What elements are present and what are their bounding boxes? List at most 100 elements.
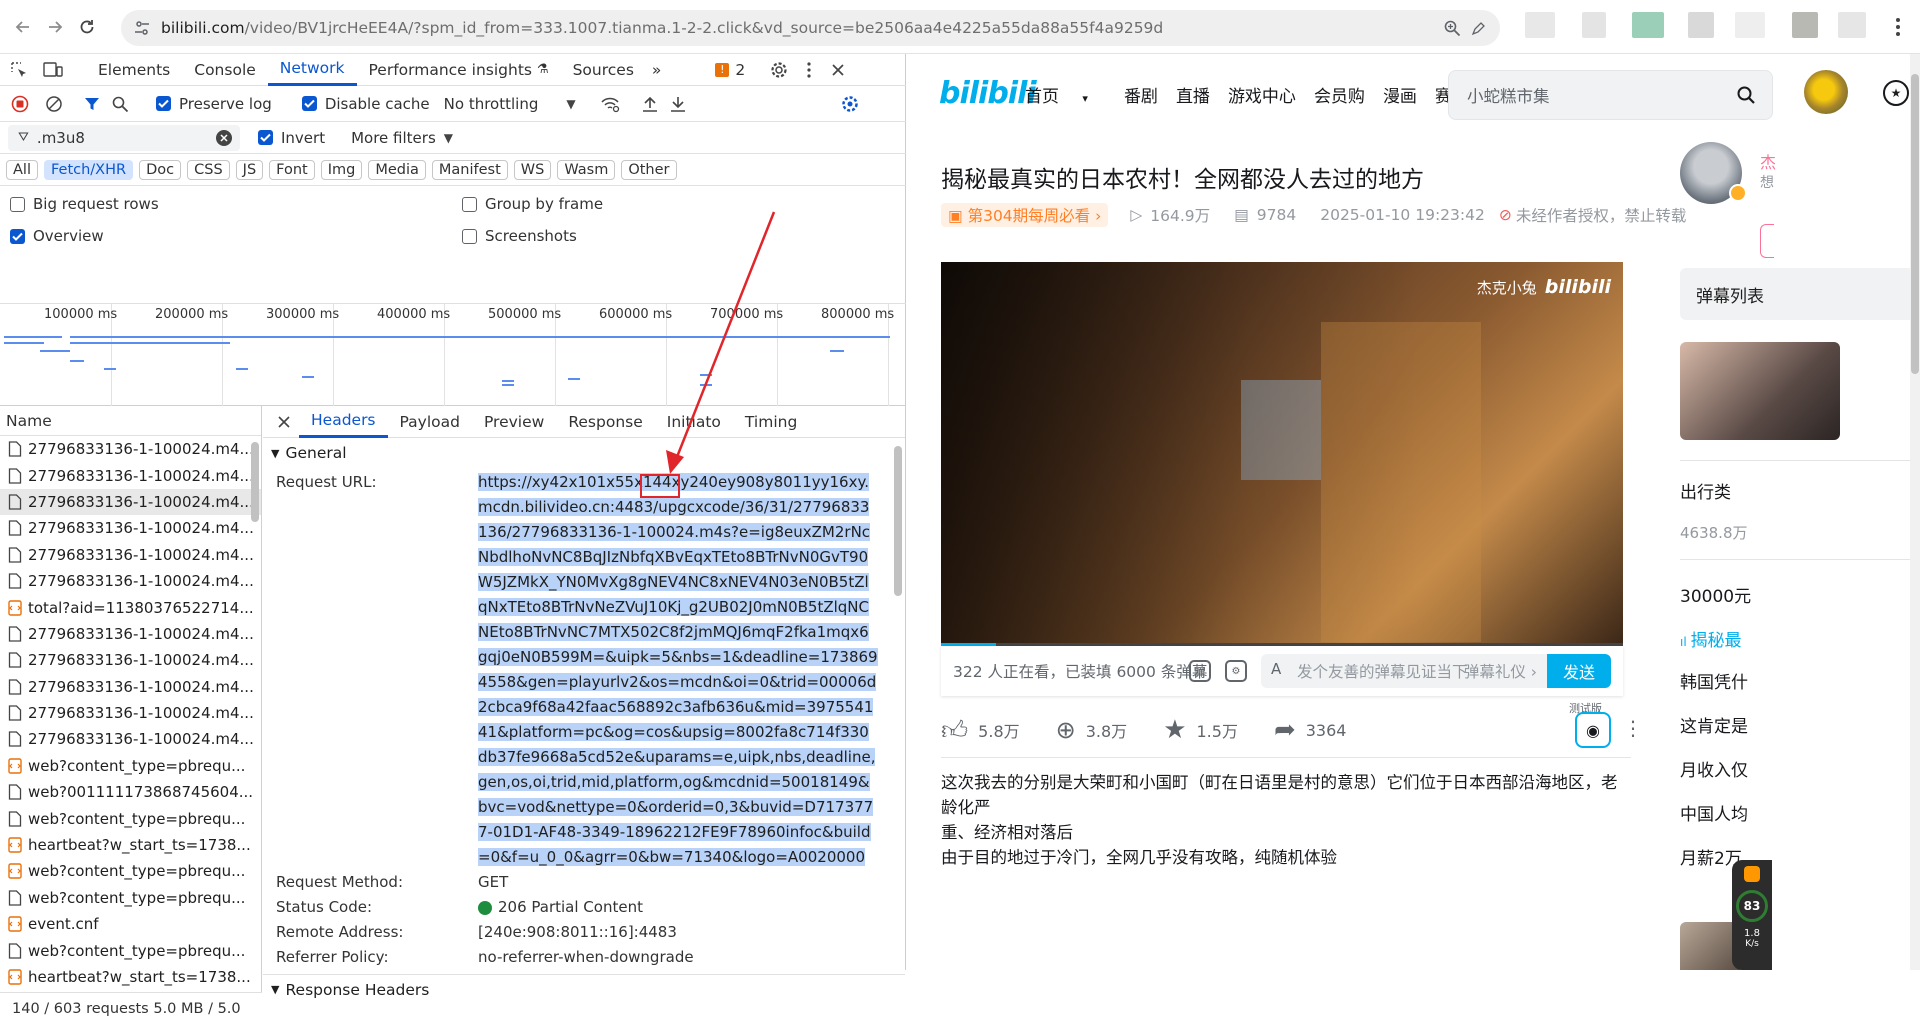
tab-initiator[interactable]: Initiato [655, 406, 733, 438]
group-by-frame-checkbox[interactable]: Group by frame [462, 195, 603, 213]
tab-sources[interactable]: Sources [561, 54, 646, 86]
request-row[interactable]: 27796833136-1-100024.m4... [0, 542, 261, 568]
type-doc[interactable]: Doc [139, 159, 182, 180]
favorite-button[interactable]: ★ 1.5万 [1163, 715, 1238, 745]
type-all[interactable]: All [6, 159, 38, 180]
inspect-element-icon[interactable] [0, 54, 38, 86]
request-row[interactable]: 27796833136-1-100024.m4... [0, 568, 261, 594]
settings-gear-icon[interactable] [767, 54, 791, 86]
request-row[interactable]: 27796833136-1-100024.m4... [0, 515, 261, 541]
rec-title[interactable]: 30000元 [1680, 582, 1760, 607]
response-headers-section-header[interactable]: ▼ Response Headers [263, 974, 905, 1004]
request-url-value[interactable]: https://xy42x101x55x144xy240ey908y8011yy… [478, 470, 878, 870]
request-row[interactable]: 27796833136-1-100024.m4... [0, 436, 261, 462]
invert-checkbox[interactable]: Invert [258, 129, 325, 147]
network-overview-timeline[interactable]: 100000 ms 200000 ms 300000 ms 400000 ms … [0, 304, 906, 406]
screenshots-checkbox[interactable]: Screenshots [462, 227, 577, 245]
request-row[interactable]: 27796833136-1-100024.m4... [0, 647, 261, 673]
export-har-icon[interactable] [664, 95, 692, 113]
rec-title[interactable]: 这肯定是 [1680, 712, 1760, 737]
bilibili-logo[interactable]: bilibili [939, 76, 1037, 111]
name-column-header[interactable]: Name [0, 406, 261, 436]
more-tabs-icon[interactable]: » [646, 54, 667, 86]
page-scrollbar[interactable] [1910, 54, 1920, 970]
edit-icon[interactable] [1470, 19, 1488, 37]
uploader-name[interactable]: 杰 [1760, 149, 1776, 173]
tab-response[interactable]: Response [556, 406, 654, 438]
search-icon[interactable] [106, 95, 134, 113]
type-css[interactable]: CSS [187, 159, 230, 180]
tab-headers[interactable]: Headers [299, 406, 388, 438]
like-button[interactable]: 👍︎ 5.8万 [941, 715, 1020, 746]
request-row[interactable]: 27796833136-1-100024.m4... [0, 462, 261, 488]
video-player[interactable]: 杰克小兔 bilibili [941, 262, 1623, 646]
overview-checkbox[interactable]: Overview [10, 227, 104, 245]
back-icon[interactable] [10, 14, 36, 40]
tab-payload[interactable]: Payload [388, 406, 472, 438]
type-media[interactable]: Media [368, 159, 426, 180]
danmu-settings-icon[interactable]: ⚙ [1225, 660, 1247, 682]
filter-icon[interactable] [78, 95, 106, 113]
request-row[interactable]: total?aid=11380376522714... [0, 594, 261, 620]
import-har-icon[interactable] [636, 95, 664, 113]
disable-cache-checkbox[interactable]: Disable cache [301, 95, 430, 113]
page-scrollbar-thumb[interactable] [1911, 74, 1919, 374]
extension-icon[interactable] [1792, 12, 1818, 38]
request-row[interactable]: 27796833136-1-100024.m4... [0, 621, 261, 647]
close-devtools-icon[interactable] [829, 54, 847, 86]
share-button[interactable]: ➦ 3364 [1274, 715, 1347, 745]
more-options-icon[interactable]: ⋮ [1623, 716, 1643, 740]
nav-manga[interactable]: 漫画 [1383, 82, 1417, 107]
forward-icon[interactable] [42, 14, 68, 40]
close-detail-icon[interactable] [269, 406, 299, 438]
coin-button[interactable]: ⊕ 3.8万 [1056, 716, 1128, 744]
tab-network[interactable]: Network [267, 54, 357, 86]
danmu-input[interactable]: A 发个友善的弹幕见证当下 弹幕礼仪 › [1261, 654, 1547, 688]
profile-icon[interactable] [1838, 12, 1866, 38]
danmu-etiquette-link[interactable]: 弹幕礼仪 › [1464, 660, 1537, 682]
extension-icon[interactable] [1632, 12, 1664, 38]
rec-title[interactable]: 中国人均 [1680, 800, 1760, 825]
address-bar[interactable]: bilibili.com/video/BV1jrcHeEE4A/?spm_id_… [121, 10, 1500, 46]
type-js[interactable]: JS [235, 159, 264, 180]
preserve-log-checkbox[interactable]: Preserve log [156, 95, 272, 113]
nav-game-center[interactable]: 游戏中心 [1228, 82, 1296, 107]
nav-mall[interactable]: 会员购 [1314, 82, 1365, 107]
tab-elements[interactable]: Elements [86, 54, 182, 86]
speed-widget[interactable]: 83 1.8 K/s [1732, 860, 1772, 970]
request-row[interactable]: event.cnf [0, 911, 261, 937]
general-section-header[interactable]: ▼ General [263, 438, 905, 468]
type-other[interactable]: Other [621, 159, 677, 180]
nav-live[interactable]: 直播 [1176, 82, 1210, 107]
request-row[interactable]: 27796833136-1-100024.m4... [0, 700, 261, 726]
type-img[interactable]: Img [320, 159, 363, 180]
extension-icon[interactable] [1688, 12, 1714, 38]
request-row[interactable]: web?content_type=pbrequ... [0, 858, 261, 884]
filter-input[interactable]: ⛛ .m3u8 [8, 124, 240, 151]
request-row[interactable]: web?001111173868745604... [0, 779, 261, 805]
extension-icon[interactable] [1525, 12, 1555, 38]
request-row[interactable]: heartbeat?w_start_ts=1738... [0, 964, 261, 990]
issues-badge[interactable]: ! 2 [715, 61, 745, 79]
device-toolbar-icon[interactable] [38, 54, 68, 86]
type-manifest[interactable]: Manifest [431, 159, 508, 180]
request-row[interactable]: web?content_type=pbrequ... [0, 753, 261, 779]
big-request-rows-checkbox[interactable]: Big request rows [10, 195, 159, 213]
tab-performance-insights[interactable]: Performance insights ⚗ [357, 54, 561, 86]
network-conditions-icon[interactable] [596, 95, 624, 113]
type-fetch-xhr[interactable]: Fetch/XHR [43, 159, 134, 180]
request-row[interactable]: heartbeat?w_start_ts=1738... [0, 832, 261, 858]
network-settings-gear-icon[interactable] [836, 95, 864, 113]
type-ws[interactable]: WS [513, 159, 552, 180]
clear-icon[interactable] [40, 95, 68, 113]
recommended-thumbnail[interactable] [1680, 342, 1840, 440]
danmu-list-toggle[interactable]: 弹幕列表 [1680, 268, 1920, 320]
danmu-toggle-icon[interactable]: 弹 [1189, 660, 1211, 682]
request-row[interactable]: web?content_type=pbrequ... [0, 937, 261, 963]
throttling-select[interactable]: No throttling ▼ [444, 95, 576, 113]
zoom-icon[interactable] [1442, 18, 1462, 38]
request-row[interactable]: web?content_type=pbrequ... [0, 885, 261, 911]
follow-button[interactable] [1760, 224, 1774, 258]
rec-title-playing[interactable]: ıl 揭秘最 [1680, 626, 1760, 651]
request-row[interactable]: 27796833136-1-100024.m4... [0, 726, 261, 752]
